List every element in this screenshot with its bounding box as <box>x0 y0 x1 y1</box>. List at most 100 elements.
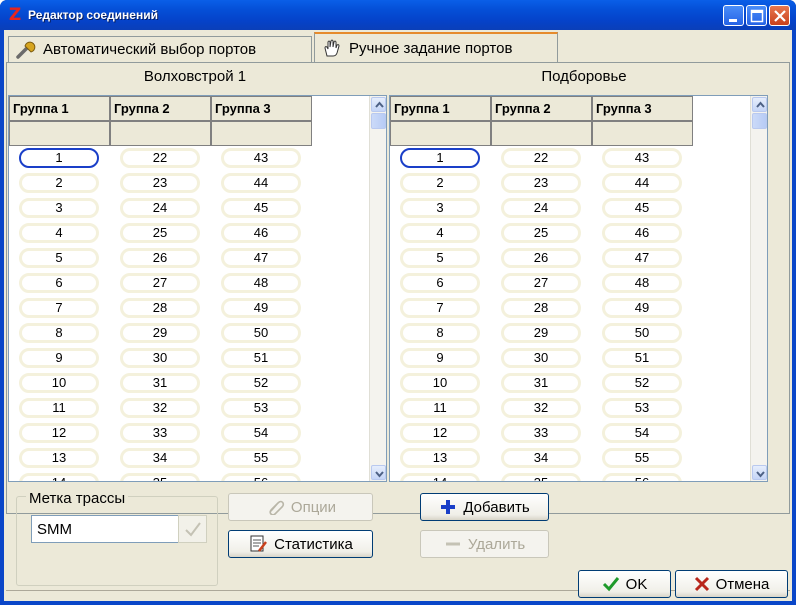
left-column-header[interactable]: Группа 1 <box>9 96 110 121</box>
maximize-button[interactable] <box>746 5 767 26</box>
right-port-cell[interactable]: 13 <box>400 448 480 468</box>
title-bar[interactable]: Z Редактор соединений <box>0 0 796 30</box>
left-port-cell[interactable]: 9 <box>19 348 99 368</box>
right-port-cell[interactable]: 2 <box>400 173 480 193</box>
right-port-cell[interactable]: 4 <box>400 223 480 243</box>
left-port-cell[interactable]: 13 <box>19 448 99 468</box>
left-port-cell[interactable]: 28 <box>120 298 200 318</box>
close-button[interactable] <box>769 5 790 26</box>
delete-button[interactable]: Удалить <box>420 530 549 558</box>
left-port-cell[interactable]: 33 <box>120 423 200 443</box>
options-button[interactable]: Опции <box>228 493 373 521</box>
right-ports-grid[interactable]: Группа 1 Группа 2 Группа 3 1 22 4 3 2 2 3 4 4 3 24 45 4… <box>389 95 768 482</box>
minimize-button[interactable] <box>723 5 744 26</box>
left-port-cell[interactable]: 2 <box>19 173 99 193</box>
left-port-cell[interactable]: 10 <box>19 373 99 393</box>
right-port-cell[interactable]: 48 <box>602 273 682 293</box>
left-port-cell[interactable]: 56 <box>221 473 301 481</box>
right-port-cell[interactable]: 5 <box>400 248 480 268</box>
left-port-cell[interactable]: 5 <box>19 248 99 268</box>
right-port-cell[interactable]: 27 <box>501 273 581 293</box>
right-port-cell[interactable]: 11 <box>400 398 480 418</box>
right-port-cell[interactable]: 49 <box>602 298 682 318</box>
left-port-cell[interactable]: 31 <box>120 373 200 393</box>
right-port-cell[interactable]: 50 <box>602 323 682 343</box>
right-port-cell[interactable]: 53 <box>602 398 682 418</box>
tab-manual-ports[interactable]: Ручное задание портов <box>314 32 558 62</box>
left-port-cell[interactable]: 49 <box>221 298 301 318</box>
left-port-cell[interactable]: 14 <box>19 473 99 481</box>
right-port-cell[interactable]: 33 <box>501 423 581 443</box>
right-port-cell[interactable]: 1 <box>400 148 480 168</box>
left-port-cell[interactable]: 26 <box>120 248 200 268</box>
scroll-thumb[interactable] <box>752 113 767 129</box>
scroll-thumb[interactable] <box>371 113 386 129</box>
statistics-button[interactable]: Статистика <box>228 530 373 558</box>
right-port-cell[interactable]: 12 <box>400 423 480 443</box>
left-port-cell[interactable]: 51 <box>221 348 301 368</box>
left-scrollbar[interactable] <box>369 96 386 481</box>
left-port-cell[interactable]: 52 <box>221 373 301 393</box>
left-port-cell[interactable]: 29 <box>120 323 200 343</box>
right-port-cell[interactable]: 47 <box>602 248 682 268</box>
add-button[interactable]: Добавить <box>420 493 549 521</box>
scroll-down-arrow-icon[interactable] <box>371 465 386 480</box>
trace-label-input[interactable] <box>31 515 181 543</box>
left-port-cell[interactable]: 24 <box>120 198 200 218</box>
right-port-cell[interactable]: 29 <box>501 323 581 343</box>
left-port-cell[interactable]: 22 <box>120 148 200 168</box>
right-column-header[interactable]: Группа 1 <box>390 96 491 121</box>
left-port-cell[interactable]: 3 <box>19 198 99 218</box>
right-port-cell[interactable]: 46 <box>602 223 682 243</box>
right-port-cell[interactable]: 43 <box>602 148 682 168</box>
right-port-cell[interactable]: 14 <box>400 473 480 481</box>
right-port-cell[interactable]: 31 <box>501 373 581 393</box>
left-port-cell[interactable]: 4 <box>19 223 99 243</box>
right-port-cell[interactable]: 32 <box>501 398 581 418</box>
right-port-cell[interactable]: 35 <box>501 473 581 481</box>
cancel-button[interactable]: Отмена <box>675 570 788 598</box>
right-port-cell[interactable]: 28 <box>501 298 581 318</box>
left-port-cell[interactable]: 23 <box>120 173 200 193</box>
left-port-cell[interactable]: 45 <box>221 198 301 218</box>
left-port-cell[interactable]: 30 <box>120 348 200 368</box>
left-port-cell[interactable]: 25 <box>120 223 200 243</box>
right-port-cell[interactable]: 9 <box>400 348 480 368</box>
left-port-cell[interactable]: 55 <box>221 448 301 468</box>
left-ports-grid[interactable]: Группа 1 Группа 2 Группа 3 1 22 43 2 23 44 3 24 45 4… <box>8 95 387 482</box>
trace-confirm-button[interactable] <box>178 515 207 543</box>
left-column-header[interactable]: Группа 3 <box>211 96 312 121</box>
right-port-cell[interactable]: 45 <box>602 198 682 218</box>
left-port-cell[interactable]: 44 <box>221 173 301 193</box>
right-scrollbar[interactable] <box>750 96 767 481</box>
right-port-cell[interactable]: 56 <box>602 473 682 481</box>
right-column-header[interactable]: Группа 2 <box>491 96 592 121</box>
right-port-cell[interactable]: 10 <box>400 373 480 393</box>
ok-button[interactable]: OK <box>578 570 671 598</box>
left-port-cell[interactable]: 6 <box>19 273 99 293</box>
left-port-cell[interactable]: 27 <box>120 273 200 293</box>
left-port-cell[interactable]: 53 <box>221 398 301 418</box>
right-port-cell[interactable]: 52 <box>602 373 682 393</box>
left-column-header[interactable]: Группа 2 <box>110 96 211 121</box>
right-column-header[interactable]: Группа 3 <box>592 96 693 121</box>
right-port-cell[interactable]: 51 <box>602 348 682 368</box>
left-port-cell[interactable]: 46 <box>221 223 301 243</box>
right-port-cell[interactable]: 23 <box>501 173 581 193</box>
left-port-cell[interactable]: 35 <box>120 473 200 481</box>
left-port-cell[interactable]: 50 <box>221 323 301 343</box>
scroll-up-arrow-icon[interactable] <box>371 97 386 112</box>
left-port-cell[interactable]: 11 <box>19 398 99 418</box>
left-port-cell[interactable]: 48 <box>221 273 301 293</box>
right-port-cell[interactable]: 30 <box>501 348 581 368</box>
left-port-cell[interactable]: 32 <box>120 398 200 418</box>
tab-auto-ports[interactable]: Автоматический выбор портов <box>8 36 312 62</box>
left-port-cell[interactable]: 1 <box>19 148 99 168</box>
right-port-cell[interactable]: 22 <box>501 148 581 168</box>
right-port-cell[interactable]: 34 <box>501 448 581 468</box>
right-port-cell[interactable]: 24 <box>501 198 581 218</box>
right-port-cell[interactable]: 26 <box>501 248 581 268</box>
right-port-cell[interactable]: 7 <box>400 298 480 318</box>
left-port-cell[interactable]: 12 <box>19 423 99 443</box>
right-port-cell[interactable]: 55 <box>602 448 682 468</box>
